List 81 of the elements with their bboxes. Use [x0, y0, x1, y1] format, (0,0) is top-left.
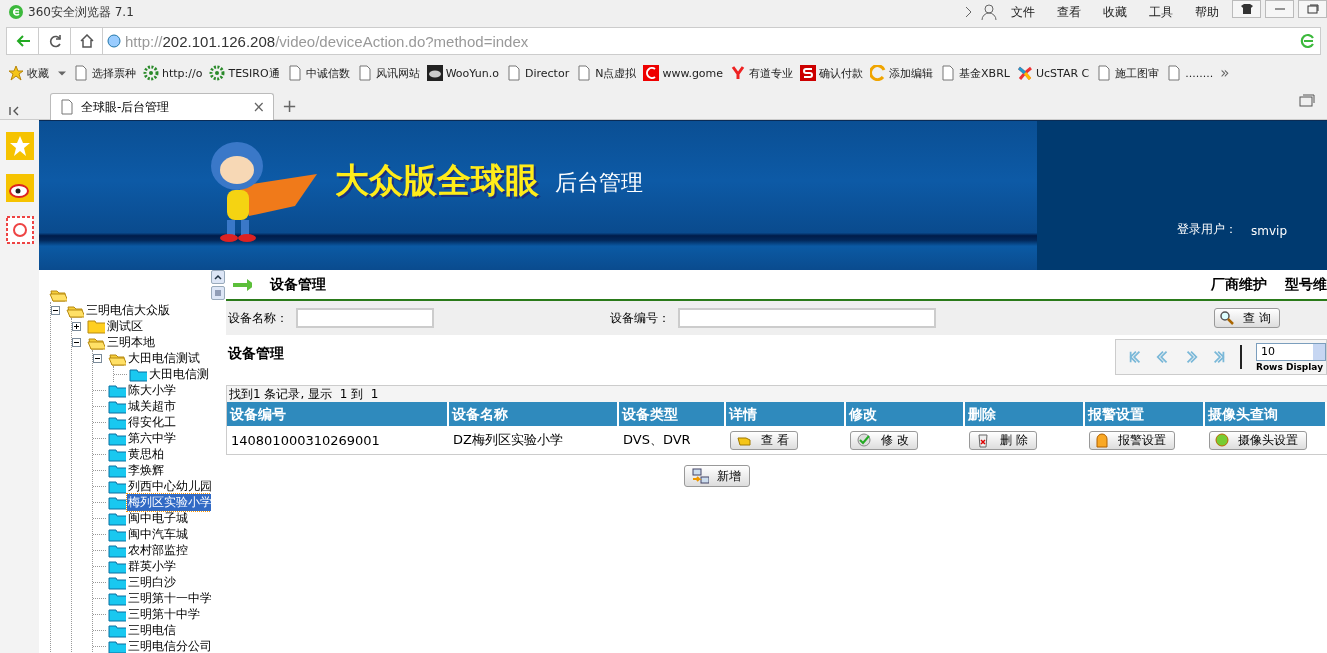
window-title: 360安全浏览器 7.1	[28, 3, 134, 21]
bookmark[interactable]: 确认付款	[800, 65, 864, 81]
menu-item[interactable]: 帮助	[1195, 3, 1219, 21]
table-cell-text: DZ梅列区实验小学	[452, 431, 564, 449]
action-button[interactable]: 修 改	[850, 430, 918, 450]
column-header: 设备编号	[227, 402, 449, 426]
column-header: 报警设置	[1085, 402, 1205, 426]
tree-item[interactable]: 三明电信分公司	[127, 637, 211, 653]
bookmark[interactable]: N点虚拟	[576, 65, 637, 81]
bookmark[interactable]: 风讯网站	[356, 65, 420, 81]
bookmark[interactable]: TESIRO通	[209, 65, 280, 81]
action-button[interactable]: 摄像头设置	[1209, 430, 1307, 450]
column-header: 摄像头查询	[1205, 402, 1327, 426]
tree-item[interactable]: 列西中心幼儿园	[127, 477, 211, 495]
bookmark[interactable]: ........	[1166, 65, 1214, 81]
record-summary: 找到1 条记录, 显示 1 到 1	[227, 386, 1327, 402]
bookmark[interactable]: Director	[505, 65, 570, 81]
bookmark[interactable]: 选择票种	[73, 65, 136, 81]
action-button[interactable]: 查 看	[730, 430, 798, 450]
tree-item[interactable]: 三明第十一中学	[127, 589, 211, 607]
add-button[interactable]: 新增	[683, 465, 750, 487]
tree-item[interactable]: 第六中学	[127, 429, 177, 447]
query-button[interactable]: 查 询	[1214, 308, 1280, 328]
field-label: 设备编号：	[610, 309, 670, 327]
close-tab-button[interactable]: ×	[252, 98, 265, 116]
page-heading: 设备管理	[270, 275, 326, 294]
tree-item[interactable]: 黄思柏	[127, 445, 165, 463]
tree-item[interactable]: 三明第十中学	[127, 605, 201, 623]
tree-item[interactable]: 三明电信	[127, 621, 177, 639]
address-field[interactable]: http://202.101.126.208/video/deviceAction.do?method=index	[102, 27, 1321, 55]
rows-select[interactable]: 10	[1256, 342, 1326, 361]
browser-tab[interactable]: 全球眼-后台管理 ×	[50, 93, 274, 120]
tree-item[interactable]: 城关超市	[127, 397, 177, 415]
menu-item[interactable]: 收藏	[1103, 3, 1127, 21]
user-name: smvip	[1251, 224, 1287, 238]
column-header: 设备名称	[449, 402, 619, 426]
nav-link[interactable]: 厂商维护	[1211, 275, 1267, 294]
tree-item[interactable]: 三明电信大众版	[85, 301, 171, 319]
tree-item[interactable]: 陈大小学	[127, 381, 177, 399]
tree-item[interactable]: 大田电信测试	[127, 349, 201, 367]
user-label: 登录用户：	[1177, 221, 1237, 238]
bookmark[interactable]: UcSTAR C	[1016, 65, 1090, 81]
column-header: 修改	[846, 402, 965, 426]
tree-item[interactable]: 三明本地	[106, 333, 156, 351]
menu-item[interactable]: 文件	[1011, 3, 1035, 21]
menu-item[interactable]: 工具	[1149, 3, 1173, 21]
banner-title: 大众版全球眼	[335, 158, 539, 202]
nav-link[interactable]: 型号维	[1285, 275, 1327, 294]
action-button[interactable]: 报警设置	[1089, 430, 1175, 450]
more-bookmarks[interactable]: »	[1220, 64, 1230, 82]
bookmark[interactable]: 中诚信数	[286, 65, 350, 81]
tree-item[interactable]: 三明白沙	[127, 573, 177, 591]
tree-item[interactable]: 测试区	[106, 317, 144, 335]
menu-item[interactable]: 查看	[1057, 3, 1081, 21]
tree-item[interactable]: 李焕辉	[127, 461, 165, 479]
bookmark[interactable]: WooYun.o	[426, 65, 499, 81]
rows-label: Rows Display	[1256, 361, 1325, 372]
bookmark[interactable]: 添加编辑	[870, 65, 934, 81]
bookmark[interactable]: 有道专业	[730, 65, 794, 81]
column-header: 删除	[965, 402, 1085, 426]
tree-item[interactable]: 闽中电子城	[127, 509, 189, 527]
bookmark[interactable]: 收藏	[8, 65, 66, 81]
tree-item[interactable]: 农村部监控	[127, 541, 189, 559]
new-tab-button[interactable]: +	[274, 95, 306, 119]
field-label: 设备名称：	[228, 309, 288, 327]
tree-item[interactable]: 得安化工	[127, 413, 177, 431]
tree-item[interactable]: 梅列区实验小学	[127, 493, 211, 511]
bookmark[interactable]: 基金XBRL	[940, 65, 1010, 81]
banner-subtitle: 后台管理	[555, 168, 643, 197]
tree-item[interactable]: 闽中汽车城	[127, 525, 189, 543]
tree-item[interactable]: 大田电信测	[148, 365, 210, 383]
tree-item[interactable]: 群英小学	[127, 557, 177, 575]
list-title: 设备管理	[228, 345, 284, 363]
table-cell-text: DVS、DVR	[622, 431, 692, 449]
bookmark[interactable]: www.gome	[643, 65, 724, 81]
bookmark[interactable]: 施工图审	[1096, 65, 1160, 81]
column-header: 设备类型	[619, 402, 726, 426]
bookmark[interactable]: http://o	[143, 65, 203, 81]
action-button[interactable]: 删 除	[969, 430, 1037, 450]
table-cell-text: 140801000310269001	[230, 431, 381, 450]
column-header: 详情	[726, 402, 846, 426]
